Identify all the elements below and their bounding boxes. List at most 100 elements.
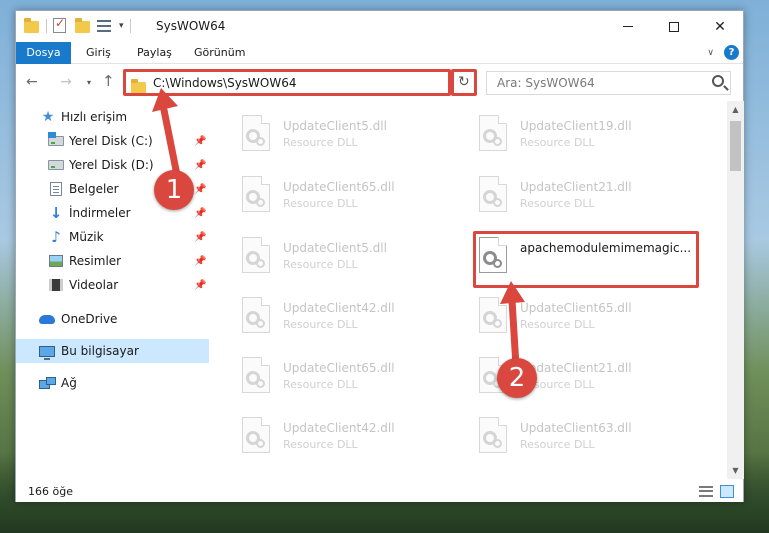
expand-ribbon-icon[interactable]: ∨: [707, 48, 714, 58]
pin-icon[interactable]: 📌: [194, 280, 206, 291]
file-type: Resource DLL: [520, 136, 595, 149]
file-type: Resource DLL: [283, 258, 358, 271]
toolbar-divider: [46, 19, 47, 33]
ribbon-right-controls: ∨ ?: [707, 45, 739, 60]
file-name: UpdateClient42.dll: [283, 421, 395, 435]
download-icon: ↓: [49, 204, 63, 222]
sidebar-item-label: Yerel Disk (D:): [69, 158, 154, 172]
drive-icon: [48, 157, 64, 173]
dll-file-icon: [238, 237, 274, 279]
videos-icon: [48, 277, 64, 293]
pin-icon[interactable]: 📌: [194, 160, 206, 171]
minimize-button[interactable]: [605, 11, 651, 42]
sidebar-item-music[interactable]: ♪ Müzik 📌: [16, 225, 209, 249]
file-item[interactable]: UpdateClient19.dll Resource DLL: [449, 109, 669, 165]
file-item[interactable]: UpdateClient21.dll Resource DLL: [449, 351, 669, 407]
file-item[interactable]: UpdateClient5.dll Resource DLL: [212, 109, 432, 165]
maximize-button[interactable]: [651, 11, 697, 42]
star-icon: ★: [41, 109, 55, 125]
pictures-icon: [48, 253, 64, 269]
details-view-icon[interactable]: [699, 486, 713, 497]
file-item[interactable]: UpdateClient65.dll Resource DLL: [212, 170, 432, 226]
file-type: Resource DLL: [283, 136, 358, 149]
toolbar-divider: [129, 19, 131, 33]
music-icon: ♪: [51, 228, 61, 246]
properties-icon[interactable]: [97, 18, 113, 34]
sidebar-item-videos[interactable]: Videolar 📌: [16, 273, 209, 297]
file-item[interactable]: UpdateClient42.dll Resource DLL: [212, 411, 432, 467]
scroll-thumb[interactable]: [730, 121, 741, 171]
file-list: UpdateClient5.dll Resource DLL UpdateClien…: [212, 101, 729, 481]
pin-icon[interactable]: 📌: [194, 136, 206, 147]
tab-view[interactable]: Görünüm: [194, 42, 245, 64]
drive-icon: [48, 132, 64, 149]
search-input[interactable]: Ara: SysWOW64: [486, 71, 731, 95]
computer-icon: [39, 343, 55, 360]
sidebar-item-pictures[interactable]: Resimler 📌: [16, 249, 209, 273]
forward-button[interactable]: →: [60, 74, 72, 90]
back-button[interactable]: ←: [26, 74, 38, 90]
pin-icon[interactable]: 📌: [194, 184, 206, 195]
scroll-up-icon[interactable]: ▲: [727, 101, 744, 118]
file-item[interactable]: UpdateClient65.dll Resource DLL: [212, 351, 432, 407]
ribbon-tabs: Dosya Giriş Paylaş Görünüm ∨ ?: [16, 42, 743, 64]
dll-file-icon: [238, 115, 274, 157]
sidebar-item-onedrive[interactable]: OneDrive: [16, 307, 209, 331]
customize-toolbar-icon[interactable]: ▾: [119, 21, 124, 31]
pin-icon[interactable]: 📌: [194, 256, 206, 267]
pin-icon[interactable]: 📌: [194, 208, 206, 219]
recent-locations-icon[interactable]: ▾: [87, 78, 91, 87]
quick-access-toolbar: ▾: [24, 16, 131, 35]
sidebar-item-this-pc[interactable]: Bu bilgisayar: [16, 339, 209, 363]
pin-icon[interactable]: 📌: [194, 232, 206, 243]
address-path[interactable]: C:\Windows\SysWOW64: [153, 76, 297, 90]
sidebar-item-label: Müzik: [69, 230, 104, 244]
sidebar-item-label: OneDrive: [61, 312, 118, 326]
file-item[interactable]: UpdateClient21.dll Resource DLL: [449, 170, 669, 226]
file-name: UpdateClient65.dll: [283, 361, 395, 375]
help-icon[interactable]: ?: [724, 45, 739, 60]
file-name: UpdateClient19.dll: [520, 119, 632, 133]
status-bar: 166 öğe: [16, 481, 743, 502]
vertical-scrollbar[interactable]: ▲ ▼: [727, 101, 744, 479]
address-folder-icon: [131, 79, 146, 94]
file-name: UpdateClient21.dll: [520, 361, 632, 375]
file-item[interactable]: UpdateClient42.dll Resource DLL: [212, 291, 432, 347]
navigation-pane: ★ Hızlı erişim Yerel Disk (C:) 📌 Yerel D…: [16, 101, 209, 481]
close-icon: ✕: [714, 18, 726, 35]
title-bar: ▾ SysWOW64 ✕: [16, 11, 743, 42]
file-name: UpdateClient42.dll: [283, 301, 395, 315]
search-icon[interactable]: [712, 75, 724, 87]
file-item-selected[interactable]: apachemodulemimemagic...: [449, 231, 690, 287]
file-item[interactable]: UpdateClient63.dll Resource DLL: [449, 411, 669, 467]
item-count: 166 öğe: [28, 485, 73, 498]
tiles-view-icon[interactable]: [720, 485, 734, 498]
new-folder-icon[interactable]: [75, 18, 91, 34]
properties-check-icon[interactable]: [53, 16, 69, 34]
file-type: Resource DLL: [283, 378, 358, 391]
dll-file-icon: [238, 176, 274, 218]
file-name: UpdateClient5.dll: [283, 119, 387, 133]
sidebar-item-network[interactable]: Ağ: [16, 371, 209, 395]
tab-home[interactable]: Giriş: [86, 42, 111, 64]
file-type: Resource DLL: [283, 318, 358, 331]
scroll-down-icon[interactable]: ▼: [727, 462, 744, 479]
sidebar-item-label: Resimler: [69, 254, 122, 268]
file-item[interactable]: UpdateClient65.dll Resource DLL: [449, 291, 669, 347]
sidebar-item-quick-access[interactable]: ★ Hızlı erişim: [16, 105, 209, 129]
dll-file-icon: [475, 297, 511, 339]
file-type: Resource DLL: [283, 197, 358, 210]
minimize-icon: [623, 26, 633, 27]
up-button[interactable]: ↑: [102, 72, 115, 90]
sidebar-item-local-disk-c[interactable]: Yerel Disk (C:) 📌: [16, 129, 209, 153]
file-type: Resource DLL: [520, 438, 595, 451]
file-item[interactable]: UpdateClient5.dll Resource DLL: [212, 231, 432, 287]
tab-file[interactable]: Dosya: [16, 42, 71, 64]
dll-file-icon: [238, 417, 274, 459]
onedrive-icon: [39, 311, 55, 327]
close-button[interactable]: ✕: [697, 11, 743, 42]
file-name: UpdateClient65.dll: [283, 180, 395, 194]
refresh-icon[interactable]: ↻: [458, 74, 470, 90]
tab-share[interactable]: Paylaş: [137, 42, 172, 64]
sidebar-item-label: Hızlı erişim: [61, 110, 128, 124]
